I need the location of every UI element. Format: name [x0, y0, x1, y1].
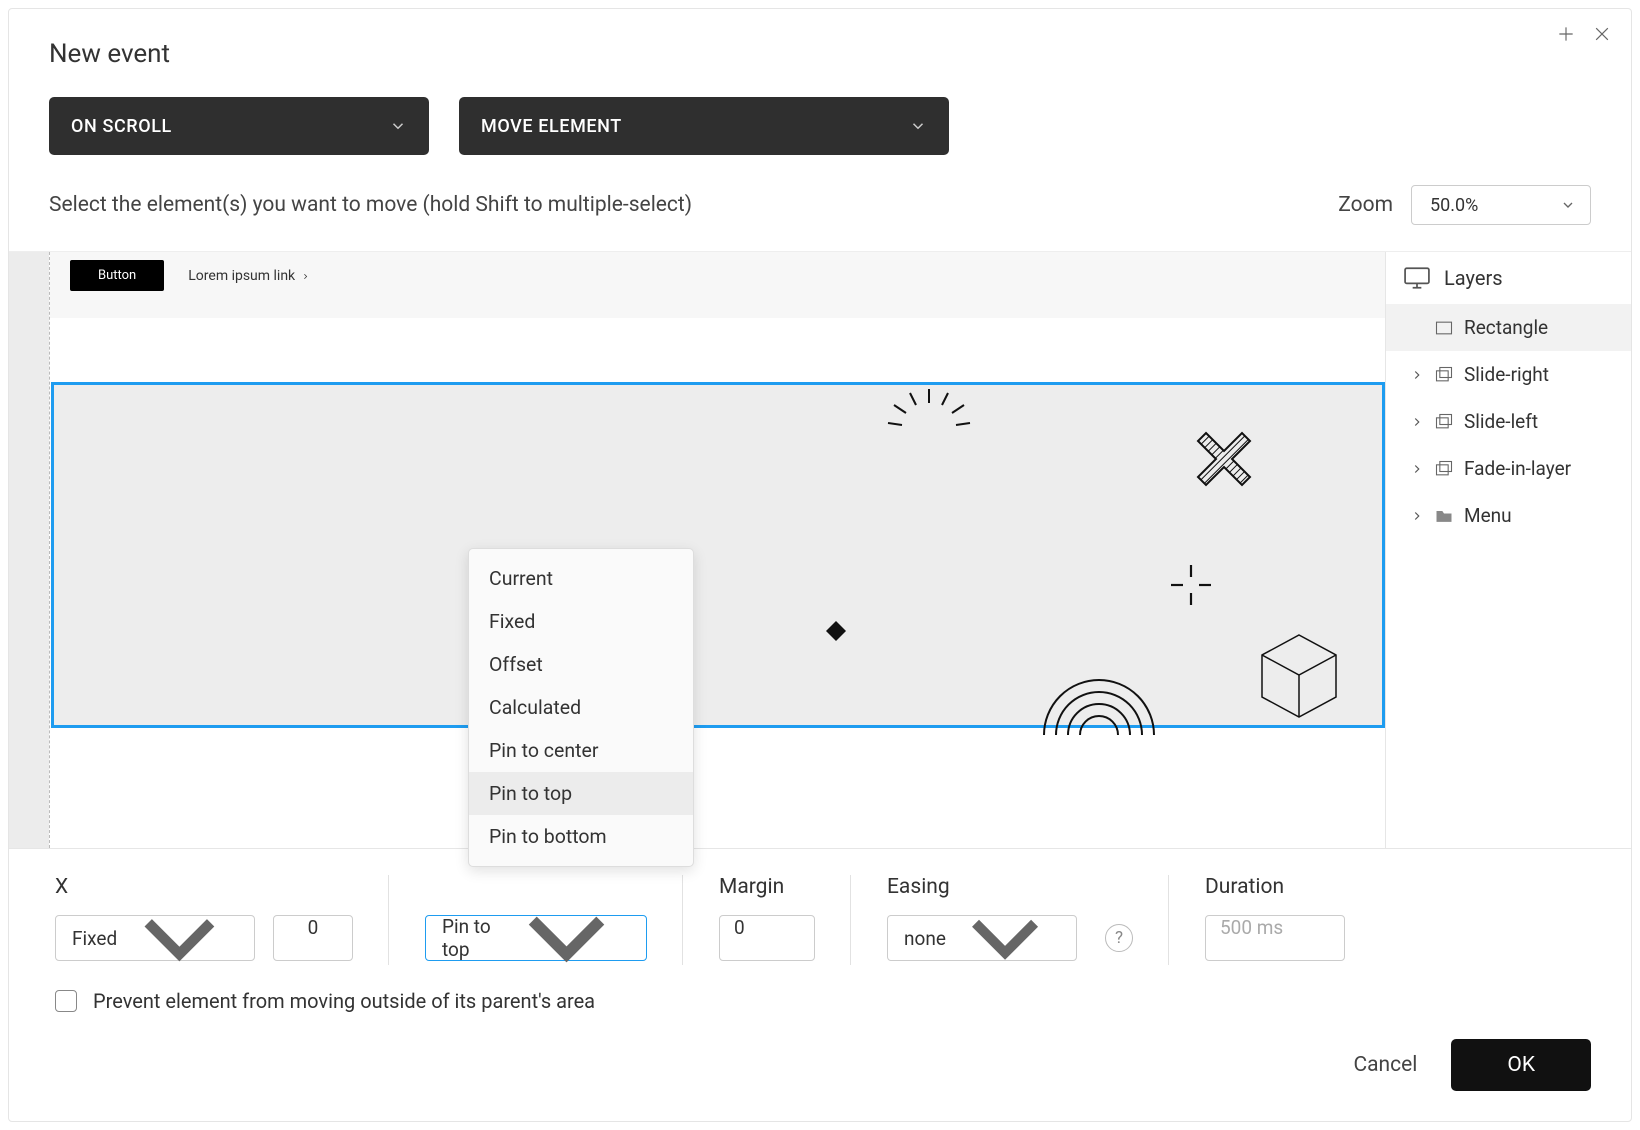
layer-label: Fade-in-layer	[1464, 457, 1571, 480]
y-group: Y Pin to top	[389, 875, 683, 961]
layer-label: Slide-right	[1464, 363, 1549, 386]
sunburst-shape	[874, 383, 984, 443]
y-mode-dropdown[interactable]: CurrentFixedOffsetCalculatedPin to cente…	[468, 548, 694, 867]
y-mode-option[interactable]: Pin to center	[469, 729, 693, 772]
zoom-select-value: 50.0%	[1430, 195, 1478, 216]
add-icon[interactable]	[1555, 23, 1577, 45]
duration-label: Duration	[1205, 875, 1345, 899]
dialog-footer: Cancel OK	[9, 1013, 1631, 1121]
canvas-mini-button: Button	[70, 260, 164, 291]
y-mode-option[interactable]: Fixed	[469, 600, 693, 643]
y-mode-select[interactable]: Pin to top	[425, 915, 647, 961]
chevron-down-icon	[909, 117, 927, 135]
chevron-right-icon	[301, 272, 310, 281]
instruction-text: Select the element(s) you want to move (…	[49, 193, 692, 217]
move-controls: X Fixed 0 Y Pin to top Margin 0	[9, 848, 1631, 977]
cube-shape	[1254, 629, 1344, 729]
chevron-right-icon	[1410, 462, 1424, 476]
canvas-mini-link: Lorem ipsum link	[188, 260, 310, 284]
easing-select[interactable]: none	[887, 915, 1077, 961]
chevron-right-icon	[1410, 415, 1424, 429]
layer-row[interactable]: Menu	[1386, 492, 1631, 539]
canvas-top-strip: Button Lorem ipsum link	[50, 252, 1385, 318]
new-event-dialog: New event ON SCROLL MOVE ELEMENT Select …	[8, 8, 1632, 1122]
layer-label: Menu	[1464, 504, 1512, 527]
dialog-header: New event	[9, 9, 1631, 79]
prevent-row: Prevent element from moving outside of i…	[9, 977, 1631, 1013]
arc-shape	[1034, 675, 1164, 745]
x-mode-select[interactable]: Fixed	[55, 915, 255, 961]
zoom-select[interactable]: 50.0%	[1411, 185, 1591, 225]
y-mode-option[interactable]: Calculated	[469, 686, 693, 729]
layers-header: Layers	[1386, 252, 1631, 304]
workspace: Button Lorem ipsum link	[9, 251, 1631, 848]
target-shape	[1146, 555, 1236, 615]
duration-group: Duration 500 ms	[1169, 875, 1381, 961]
chevron-down-icon	[499, 870, 634, 1005]
cancel-button[interactable]: Cancel	[1353, 1053, 1417, 1077]
y-mode-option[interactable]: Pin to bottom	[469, 815, 693, 858]
ok-button[interactable]: OK	[1451, 1039, 1591, 1091]
action-select-label: MOVE ELEMENT	[481, 116, 622, 137]
chevron-down-icon	[1560, 197, 1576, 213]
chevron-right-icon	[1410, 368, 1424, 382]
window-controls	[1555, 23, 1613, 45]
dialog-title: New event	[49, 39, 1591, 69]
trigger-action-row: ON SCROLL MOVE ELEMENT	[9, 79, 1631, 185]
layer-row[interactable]: Fade-in-layer	[1386, 445, 1631, 492]
layer-label: Slide-left	[1464, 410, 1538, 433]
cross-shape	[1174, 413, 1274, 513]
y-mode-option[interactable]: Pin to top	[469, 772, 693, 815]
layers-title: Layers	[1444, 266, 1503, 290]
canvas-area[interactable]: Button Lorem ipsum link	[9, 252, 1385, 848]
easing-group: Easing none ?	[851, 875, 1169, 961]
monitor-icon	[1404, 267, 1430, 289]
prevent-checkbox[interactable]	[55, 990, 77, 1012]
zoom-control: Zoom 50.0%	[1338, 185, 1591, 225]
x-value-input[interactable]: 0	[273, 915, 353, 961]
diamond-shape	[824, 619, 848, 643]
canvas-mini-link-label: Lorem ipsum link	[188, 268, 295, 284]
chevron-down-icon	[946, 879, 1064, 997]
y-mode-value: Pin to top	[442, 915, 499, 961]
y-mode-option[interactable]: Current	[469, 557, 693, 600]
zoom-label: Zoom	[1338, 193, 1393, 217]
layer-label: Rectangle	[1464, 316, 1548, 339]
layer-row[interactable]: Rectangle	[1386, 304, 1631, 351]
chevron-down-icon	[117, 876, 242, 1001]
easing-value: none	[904, 927, 946, 950]
layer-row[interactable]: Slide-left	[1386, 398, 1631, 445]
action-select[interactable]: MOVE ELEMENT	[459, 97, 949, 155]
margin-group: Margin 0	[683, 875, 851, 961]
layers-panel: Layers Rectangle Slide-right Slide-left Fad…	[1385, 252, 1631, 848]
chevron-down-icon	[389, 117, 407, 135]
trigger-select[interactable]: ON SCROLL	[49, 97, 429, 155]
margin-input[interactable]: 0	[719, 915, 815, 961]
selected-rectangle[interactable]	[51, 382, 1385, 728]
chevron-right-icon	[1410, 509, 1424, 523]
instruction-row: Select the element(s) you want to move (…	[9, 185, 1631, 245]
duration-input[interactable]: 500 ms	[1205, 915, 1345, 961]
close-icon[interactable]	[1591, 23, 1613, 45]
layer-row[interactable]: Slide-right	[1386, 351, 1631, 398]
y-mode-option[interactable]: Offset	[469, 643, 693, 686]
easing-help-icon[interactable]: ?	[1105, 924, 1133, 952]
margin-label: Margin	[719, 875, 815, 899]
x-group: X Fixed 0	[55, 875, 389, 961]
trigger-select-label: ON SCROLL	[71, 116, 172, 137]
x-mode-value: Fixed	[72, 927, 117, 950]
